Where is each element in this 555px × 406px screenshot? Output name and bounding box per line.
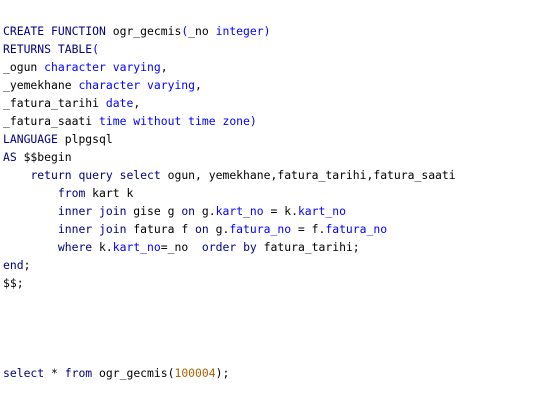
- code-token: ogr_gecmis: [105, 24, 182, 38]
- code-line[interactable]: [3, 292, 456, 310]
- code-line[interactable]: where k.kart_no=_no order by fatura_tari…: [3, 238, 456, 256]
- code-token: fatura_tarihi;: [256, 240, 360, 254]
- code-token: date: [105, 96, 134, 110]
- code-token: character varying: [44, 60, 161, 74]
- code-token: where: [57, 240, 93, 254]
- code-token: kart_no: [297, 204, 346, 218]
- code-line[interactable]: _fatura_saati time without time zone): [3, 112, 456, 130]
- code-line[interactable]: AS $$begin: [3, 148, 456, 166]
- code-token: =_no: [160, 240, 202, 254]
- code-token: integer): [215, 24, 271, 38]
- code-token: _fatura_tarihi: [3, 96, 106, 110]
- code-token: inner join: [57, 222, 127, 236]
- code-token: k.: [92, 240, 113, 254]
- code-token: on: [195, 222, 209, 236]
- code-token: ogun, yemekhane,fatura_tarihi,fatura_saa…: [160, 168, 456, 182]
- code-token: );: [215, 366, 230, 380]
- code-token: AS: [3, 150, 17, 164]
- code-token: fatura f: [126, 222, 196, 236]
- code-token: _ogun: [3, 60, 45, 74]
- code-token: order by: [201, 240, 257, 254]
- code-token: 100004: [174, 366, 216, 380]
- code-line[interactable]: end;: [3, 256, 456, 274]
- code-token: g.: [195, 204, 216, 218]
- code-line[interactable]: inner join gise g on g.kart_no = k.kart_…: [3, 202, 456, 220]
- code-token: ,: [195, 78, 202, 92]
- code-token: select: [3, 366, 45, 380]
- code-token: ,: [160, 60, 168, 74]
- code-line[interactable]: RETURNS TABLE(: [3, 40, 456, 58]
- code-line[interactable]: _fatura_tarihi date,: [3, 94, 456, 112]
- code-line[interactable]: from kart k: [3, 184, 456, 202]
- code-token: *: [44, 366, 65, 380]
- code-line[interactable]: [3, 328, 456, 346]
- code-token: inner join: [57, 204, 127, 218]
- code-token: = k.: [263, 204, 298, 218]
- code-token: $$begin: [16, 150, 72, 164]
- code-token: gise g: [126, 204, 182, 218]
- code-token: kart_no: [215, 204, 264, 218]
- code-line[interactable]: CREATE FUNCTION ogr_gecmis(_no integer): [3, 22, 456, 40]
- code-token: time without time zone): [99, 114, 257, 128]
- code-token: plpgsql: [57, 132, 113, 146]
- code-token: fatura_no: [229, 222, 292, 236]
- code-token: CREATE FUNCTION: [3, 24, 106, 38]
- code-line[interactable]: $$;: [3, 274, 456, 292]
- code-line[interactable]: [3, 310, 456, 328]
- code-line[interactable]: _ogun character varying,: [3, 58, 456, 76]
- code-token: _yemekhane: [3, 78, 79, 92]
- sql-code-block[interactable]: CREATE FUNCTION ogr_gecmis(_no integer) R…: [3, 22, 456, 382]
- code-token: ,: [133, 96, 141, 110]
- code-token: _no: [188, 24, 216, 38]
- code-token: on: [181, 204, 196, 218]
- code-line[interactable]: _yemekhane character varying,: [3, 76, 456, 94]
- code-line[interactable]: return query select ogun, yemekhane,fatu…: [3, 166, 456, 184]
- code-line[interactable]: LANGUAGE plpgsql: [3, 130, 456, 148]
- code-token: _fatura_saati: [3, 114, 100, 128]
- code-token: $$;: [3, 276, 24, 290]
- code-line[interactable]: inner join fatura f on g.fatura_no = f.f…: [3, 220, 456, 238]
- code-token: fatura_no: [325, 222, 388, 236]
- sql-code-editor[interactable]: CREATE FUNCTION ogr_gecmis(_no integer) R…: [0, 0, 555, 406]
- code-line[interactable]: select * from ogr_gecmis(100004);: [3, 364, 456, 382]
- code-token: kart k: [85, 186, 134, 200]
- code-token: from: [57, 186, 86, 200]
- code-line[interactable]: [3, 346, 456, 364]
- code-token: ogr_gecmis(: [92, 366, 175, 380]
- code-token: return query select: [30, 168, 161, 182]
- code-token: LANGUAGE: [3, 132, 58, 146]
- code-token: ;: [23, 258, 31, 272]
- code-token: from: [64, 366, 93, 380]
- code-token: (: [92, 42, 100, 56]
- code-token: character varying: [78, 78, 196, 92]
- code-token: = f.: [291, 222, 326, 236]
- code-token: end: [3, 258, 24, 272]
- code-token: RETURNS TABLE: [3, 42, 93, 56]
- code-token: kart_no: [112, 240, 161, 254]
- code-token: g.: [208, 222, 230, 236]
